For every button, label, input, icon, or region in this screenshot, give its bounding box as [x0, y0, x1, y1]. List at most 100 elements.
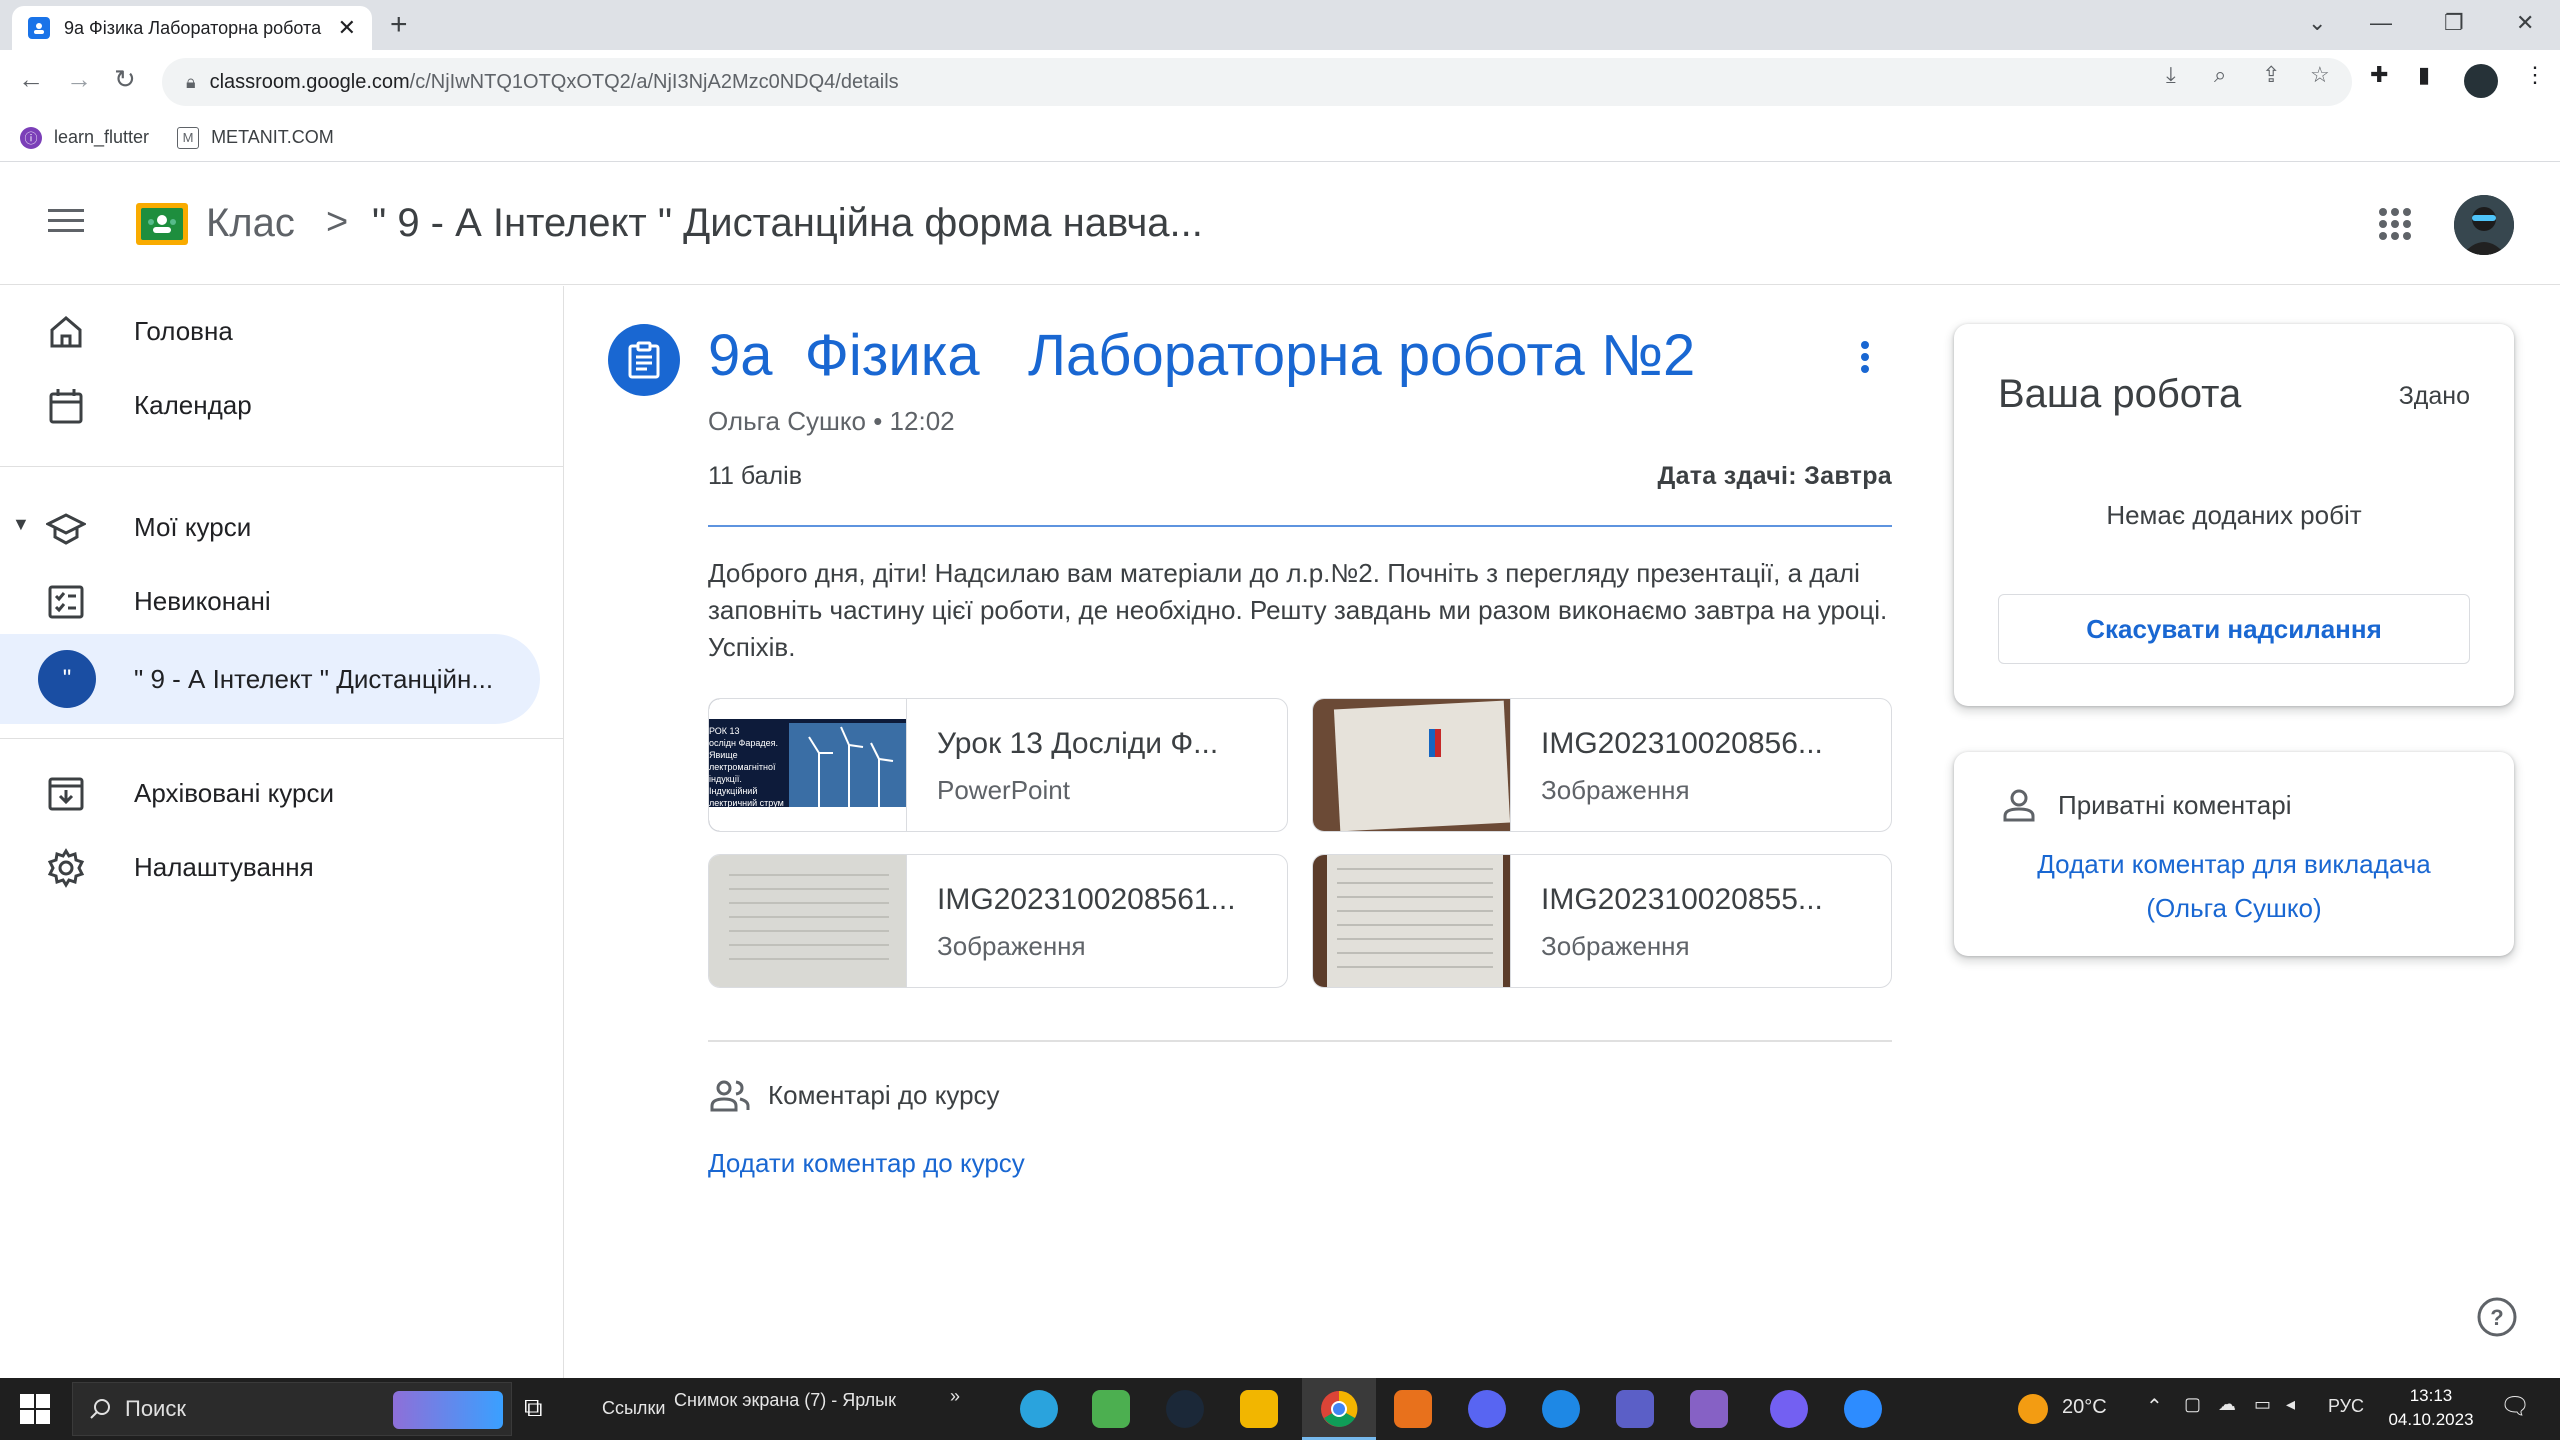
close-window-icon[interactable]: ✕ — [2516, 10, 2534, 36]
visual-studio-icon[interactable] — [1690, 1390, 1728, 1428]
classroom-header: Клас > " 9 - А Інтелект " Дистанційна фо… — [0, 163, 2560, 285]
task-view-icon[interactable]: ⧉ — [524, 1392, 543, 1424]
network-icon[interactable]: ▭ — [2254, 1394, 2271, 1415]
private-comments-label: Приватні коментарі — [2058, 790, 2292, 820]
address-bar[interactable]: 🔒︎ classroom.google.com/c/NjIwNTQ1OTQxOT… — [162, 58, 2352, 106]
chrome-icon — [1321, 1390, 1358, 1427]
onedrive-icon[interactable]: ☁ — [2218, 1394, 2236, 1415]
unsubmit-button[interactable]: Скасувати надсилання — [1998, 594, 2470, 664]
spreadsheet-icon[interactable] — [1092, 1390, 1130, 1428]
chrome-taskbar-button[interactable] — [1302, 1378, 1376, 1440]
breadcrumb-app-name[interactable]: Клас — [206, 201, 295, 246]
bookmark-star-icon[interactable]: ☆ — [2310, 62, 2330, 88]
settings-icon — [46, 848, 86, 888]
add-private-comment-line: (Ольга Сушко) — [2146, 893, 2322, 923]
zoom-icon[interactable]: ⌕ — [2214, 62, 2226, 88]
collapse-arrow-icon[interactable]: ▼ — [12, 514, 30, 535]
user-avatar[interactable] — [2454, 195, 2514, 255]
sidebar-item-label: Календар — [134, 389, 252, 420]
back-icon[interactable]: ← — [18, 64, 44, 95]
breadcrumb-course-name[interactable]: " 9 - А Інтелект " Дистанційна форма нав… — [372, 201, 1203, 246]
sidebar-item-todo[interactable]: Невиконані — [0, 556, 540, 646]
your-work-title: Ваша робота — [1998, 372, 2242, 416]
bookmark-learn-flutter[interactable]: ⓘ learn_flutter — [20, 126, 149, 149]
todo-icon — [46, 582, 86, 622]
lock-icon: 🔒︎ — [186, 71, 196, 92]
assignment-icon — [608, 324, 680, 396]
comments-divider — [708, 1040, 1892, 1042]
new-tab-button[interactable]: + — [390, 8, 408, 42]
person-icon — [2002, 788, 2036, 822]
private-comments-card: Приватні коментарі Додати коментар для в… — [1954, 752, 2514, 956]
sidebar-item-settings[interactable]: Налаштування — [0, 822, 540, 912]
attachment-name: Урок 13 Досліди Ф... — [937, 727, 1219, 760]
input-language[interactable]: РУС — [2328, 1396, 2364, 1417]
tray-devices-icon[interactable]: ▢ — [2184, 1394, 2201, 1415]
calendar-icon — [46, 386, 86, 426]
app-store-icon[interactable] — [1542, 1390, 1580, 1428]
browser-toolbar: ← → ↻ 🔒︎ classroom.google.com/c/NjIwNTQ1… — [0, 50, 2560, 114]
discord-icon[interactable] — [1468, 1390, 1506, 1428]
windows-start-icon[interactable] — [20, 1394, 50, 1424]
volume-icon[interactable]: ◂ — [2286, 1394, 2295, 1415]
bookmarks-bar: ⓘ learn_flutter M METANIT.COM — [0, 114, 2560, 162]
minimize-icon[interactable]: — — [2370, 10, 2392, 36]
browser-tab[interactable]: 9а Фізика Лабораторна робота ✕ — [12, 6, 372, 50]
classroom-logo-icon[interactable] — [136, 203, 188, 245]
sidebar-item-label: Мої курси — [134, 511, 252, 542]
attachment-thumbnail — [1313, 855, 1511, 987]
browser-tab-strip: 9а Фізика Лабораторна робота ✕ + ⌄ — ❐ ✕ — [0, 0, 2560, 50]
taskbar-search-box[interactable]: Поиск — [72, 1382, 512, 1436]
links-toolbar-label[interactable]: Ссылки — [602, 1398, 665, 1419]
tray-chevron-icon[interactable]: ⌃ — [2146, 1394, 2163, 1419]
forward-icon[interactable]: → — [66, 64, 92, 95]
google-apps-icon[interactable] — [2378, 207, 2412, 241]
help-icon[interactable]: ? — [2476, 1296, 2518, 1338]
viber-icon[interactable] — [1770, 1390, 1808, 1428]
profile-avatar-icon[interactable] — [2464, 64, 2498, 98]
teams-icon[interactable] — [1616, 1390, 1654, 1428]
sidebar-divider — [0, 738, 564, 739]
sidebar-item-label: Налаштування — [134, 851, 314, 882]
toolbar-overflow-icon[interactable]: » — [950, 1386, 960, 1407]
add-class-comment-link[interactable]: Додати коментар до курсу — [708, 1148, 1025, 1179]
fl-studio-icon[interactable] — [1394, 1390, 1432, 1428]
attachment-thumbnail — [709, 855, 907, 987]
tab-search-chevron-icon[interactable]: ⌄ — [2308, 10, 2326, 36]
add-private-comment-link[interactable]: Додати коментар для викладача (Ольга Суш… — [1954, 842, 2514, 930]
extensions-icon[interactable]: ✚ — [2370, 62, 2388, 88]
attachment-card-image[interactable]: IMG2023100208561... Зображення — [708, 854, 1288, 988]
restore-icon[interactable]: ❐ — [2444, 10, 2464, 36]
bookmark-metanit[interactable]: M METANIT.COM — [177, 126, 334, 149]
sidebar-item-calendar[interactable]: Календар — [0, 360, 540, 450]
attachment-card-powerpoint[interactable]: РОК 13 ослідн Фарадея. Явище лектромагні… — [708, 698, 1288, 832]
zoom-icon[interactable] — [1844, 1390, 1882, 1428]
attachment-type: PowerPoint — [937, 775, 1070, 805]
assignment-title: 9а Фізика Лабораторна робота №2 — [708, 323, 1696, 388]
tab-title: 9а Фізика Лабораторна робота — [64, 17, 322, 38]
notifications-icon[interactable]: 🗨︎ — [2500, 1392, 2530, 1421]
sidebar-item-current-course[interactable]: " " 9 - А Інтелект " Дистанційн... — [0, 634, 540, 724]
steam-icon[interactable] — [1166, 1390, 1204, 1428]
assignment-author-time: Ольга Сушко • 12:02 — [708, 406, 955, 436]
share-icon[interactable]: ⇪ — [2262, 62, 2280, 88]
weather-temperature[interactable]: 20°C — [2062, 1396, 2107, 1419]
attachment-type: Зображення — [937, 931, 1086, 961]
home-icon — [46, 312, 86, 352]
telegram-icon[interactable] — [1020, 1390, 1058, 1428]
file-explorer-icon[interactable] — [1240, 1390, 1278, 1428]
side-panel-icon[interactable]: ▮ — [2418, 62, 2430, 88]
reload-icon[interactable]: ↻ — [114, 64, 136, 95]
main-menu-icon[interactable] — [48, 207, 84, 235]
system-clock[interactable]: 13:13 04.10.2023 — [2376, 1384, 2486, 1432]
tab-close-icon[interactable]: ✕ — [338, 15, 356, 41]
more-options-icon[interactable] — [1860, 340, 1870, 374]
install-icon[interactable]: ⤓ — [2166, 62, 2176, 88]
no-work-attached-text: Немає доданих робіт — [2106, 500, 2362, 530]
attachment-card-image[interactable]: IMG202310020856... Зображення — [1312, 698, 1892, 832]
attachment-card-image[interactable]: IMG202310020855... Зображення — [1312, 854, 1892, 988]
weather-icon[interactable] — [2018, 1394, 2048, 1424]
shortcut-label[interactable]: Снимок экрана (7) - Ярлык — [674, 1390, 896, 1411]
chrome-menu-icon[interactable]: ⋮ — [2524, 62, 2546, 88]
submission-status: Здано — [2398, 382, 2470, 410]
